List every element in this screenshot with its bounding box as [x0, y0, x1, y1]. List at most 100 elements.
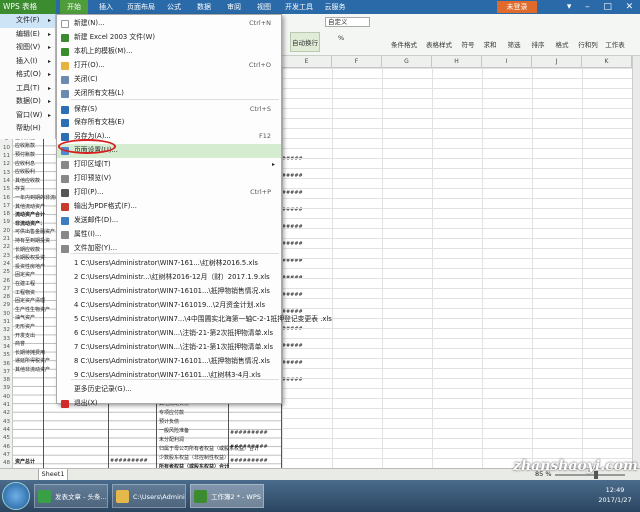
watermark-text: zhanshaoyi.com	[513, 458, 638, 474]
file-menu-item-label: 新建(N)...	[74, 19, 105, 27]
cell-text: 其他流动资产	[15, 203, 46, 210]
file-menu-item[interactable]: 打印区域(T) ▸	[57, 158, 281, 172]
wps-app-menu-button[interactable]: WPS 表格	[0, 0, 56, 14]
menu-shortcut: Ctrl+P	[250, 188, 271, 196]
file-menu-item[interactable]: 5 C:\Users\Administrator\WIN7...\4中围圃实北海…	[57, 313, 332, 327]
clock-time: 12:49	[605, 486, 625, 494]
system-clock[interactable]: 12:49 2017/1/27	[592, 485, 638, 505]
file-menu-item-label: 保存所有文档(E)	[74, 118, 125, 126]
worksheet-button[interactable]: 工作表	[602, 32, 628, 52]
column-header-cell[interactable]: K	[582, 56, 632, 68]
cell-text: 固定资产	[15, 272, 36, 279]
minimize-icon[interactable]: –	[585, 0, 590, 14]
file-menu-item[interactable]: 新建(N)... Ctrl+N	[57, 17, 281, 31]
side-menu-item[interactable]: 窗口(W) ▸	[0, 109, 55, 123]
wrap-text-button[interactable]: 自动换行	[290, 32, 320, 52]
file-menu-item-label: 3 C:\Users\Administrator\WIN7-16101...\抵…	[74, 287, 270, 295]
taskbar-item-wps[interactable]: 工作簿2 * - WPS ...	[190, 484, 264, 508]
taskbar-item-explorer[interactable]: C:\Users\Admini...	[112, 484, 186, 508]
sum-button[interactable]: 求和	[480, 32, 500, 52]
side-menu-item[interactable]: 工具(T) ▸	[0, 82, 55, 96]
side-menu-item-label: 插入(I)	[16, 56, 38, 65]
file-menu-item[interactable]: 新建 Excel 2003 文件(W)	[57, 31, 281, 45]
file-menu-item[interactable]: 属性(I)...	[57, 228, 281, 242]
cell-text: #########	[230, 444, 268, 450]
cell-text: 长期股权投资	[15, 255, 46, 262]
skin-icon[interactable]: ▾	[567, 0, 572, 14]
symbol-button[interactable]: 符号	[458, 32, 478, 52]
side-menu-item[interactable]: 数据(D) ▸	[0, 95, 55, 109]
column-header-cell[interactable]: H	[432, 56, 482, 68]
file-menu-item[interactable]: 8 C:\Users\Administrator\WIN7-16101...\抵…	[57, 355, 281, 369]
tab-view[interactable]: 视图	[252, 0, 276, 14]
cell-text: 应收利息	[15, 160, 36, 167]
file-menu-item[interactable]: 关闭(C)	[57, 73, 281, 87]
row-number[interactable]: 48	[0, 458, 13, 468]
file-menu-item[interactable]: 4 C:\Users\Administrator\WIN7-161019...\…	[57, 299, 281, 313]
table-style-button[interactable]: 表格样式	[423, 32, 455, 52]
file-menu-item[interactable]: 6 C:\Users\Administrator\WIN...\注销-21-第2…	[57, 327, 281, 341]
side-menu-item[interactable]: 编辑(E) ▸	[0, 28, 55, 42]
sort-button[interactable]: 排序	[527, 32, 549, 52]
file-menu-item[interactable]: 打印(P)... Ctrl+P	[57, 186, 281, 200]
vertical-scrollbar[interactable]	[632, 56, 640, 468]
format-button[interactable]: 格式	[551, 32, 573, 52]
row-col-button[interactable]: 行和列	[575, 32, 601, 52]
side-menu-item[interactable]: 插入(I) ▸	[0, 55, 55, 69]
column-header-cell[interactable]: E	[282, 56, 332, 68]
tab-page-layout[interactable]: 页面布局	[124, 0, 158, 14]
file-menu-item[interactable]: 9 C:\Users\Administrator\WIN7-16101...\红…	[57, 369, 281, 383]
chevron-right-icon: ▸	[47, 30, 51, 38]
filter-button[interactable]: 筛选	[503, 32, 525, 52]
file-menu-item[interactable]: 更多历史记录(G)...	[57, 383, 281, 397]
file-menu-item[interactable]: 保存所有文档(E)	[57, 116, 281, 130]
conditional-format-button[interactable]: 条件格式	[388, 32, 420, 52]
tab-formula[interactable]: 公式	[162, 0, 186, 14]
cell-text: 预付账款	[15, 152, 36, 158]
file-menu-item[interactable]: 3 C:\Users\Administrator\WIN7-16101...\抵…	[57, 285, 281, 299]
file-menu-item[interactable]: 发送邮件(D)...	[57, 214, 281, 228]
file-menu-item[interactable]: 保存(S) Ctrl+S	[57, 103, 281, 117]
file-menu-item[interactable]: 关闭所有文档(L)	[57, 87, 281, 101]
taskbar-item-browser[interactable]: 发表文章 - 头条...	[34, 484, 108, 508]
tab-developer[interactable]: 开发工具	[282, 0, 316, 14]
file-menu-item[interactable]: 打开(O)... Ctrl+O	[57, 59, 281, 73]
file-menu-item[interactable]: 输出为PDF格式(F)...	[57, 200, 281, 214]
number-format-select[interactable]: 自定义	[325, 17, 370, 27]
percent-button[interactable]: %	[338, 34, 344, 42]
column-header-cell[interactable]: J	[532, 56, 582, 68]
tab-data[interactable]: 数据	[192, 0, 216, 14]
file-menu-item[interactable]: 7 C:\Users\Administrator\WIN...\注销-21-第1…	[57, 341, 281, 355]
login-button[interactable]: 未登录	[497, 1, 537, 13]
side-menu-item[interactable]: 视图(V) ▸	[0, 41, 55, 55]
side-menu-item[interactable]: 格式(O) ▸	[0, 68, 55, 82]
cell-text: 长期应收款	[15, 246, 41, 253]
save-all-icon	[61, 119, 69, 127]
side-menu-item[interactable]: 文件(F) ▸	[0, 14, 55, 28]
side-menu-item[interactable]: 帮助(H)	[0, 122, 55, 136]
start-button[interactable]	[2, 482, 30, 510]
cell-grid[interactable]	[282, 68, 632, 468]
file-menu-item[interactable]: 文件加密(Y)...	[57, 242, 281, 256]
tab-review[interactable]: 审阅	[222, 0, 246, 14]
taskbar-item-label: 发表文章 - 头条...	[55, 493, 107, 501]
tab-cloud[interactable]: 云服务	[320, 0, 350, 14]
file-menu-item[interactable]: 本机上的模板(M)...	[57, 45, 281, 59]
menu-shortcut: Ctrl+S	[249, 105, 271, 113]
tab-home[interactable]: 开始	[60, 0, 88, 14]
column-header-cell[interactable]: I	[482, 56, 532, 68]
file-menu-item[interactable]: 打印预览(V)	[57, 172, 281, 186]
side-menu-item-label: 工具(T)	[16, 83, 40, 92]
file-menu-item[interactable]: 2 C:\Users\Administr...\红树林2016-12月（财）20…	[57, 271, 281, 285]
zoom-slider[interactable]	[555, 474, 625, 476]
column-header-cell[interactable]: G	[382, 56, 432, 68]
encrypt-icon	[61, 245, 69, 253]
file-menu-item[interactable]: 1 C:\Users\Administrator\WIN7-161...\红树林…	[57, 257, 281, 271]
file-menu-item[interactable]: 退出(X)	[57, 397, 281, 411]
column-header-cell[interactable]: F	[332, 56, 382, 68]
maximize-icon[interactable]: □	[603, 0, 612, 14]
tab-insert[interactable]: 插入	[92, 0, 120, 14]
cell-text: 工程物资	[15, 289, 36, 296]
side-menu-item-label: 格式(O)	[16, 70, 41, 78]
close-icon[interactable]: ✕	[626, 0, 634, 14]
